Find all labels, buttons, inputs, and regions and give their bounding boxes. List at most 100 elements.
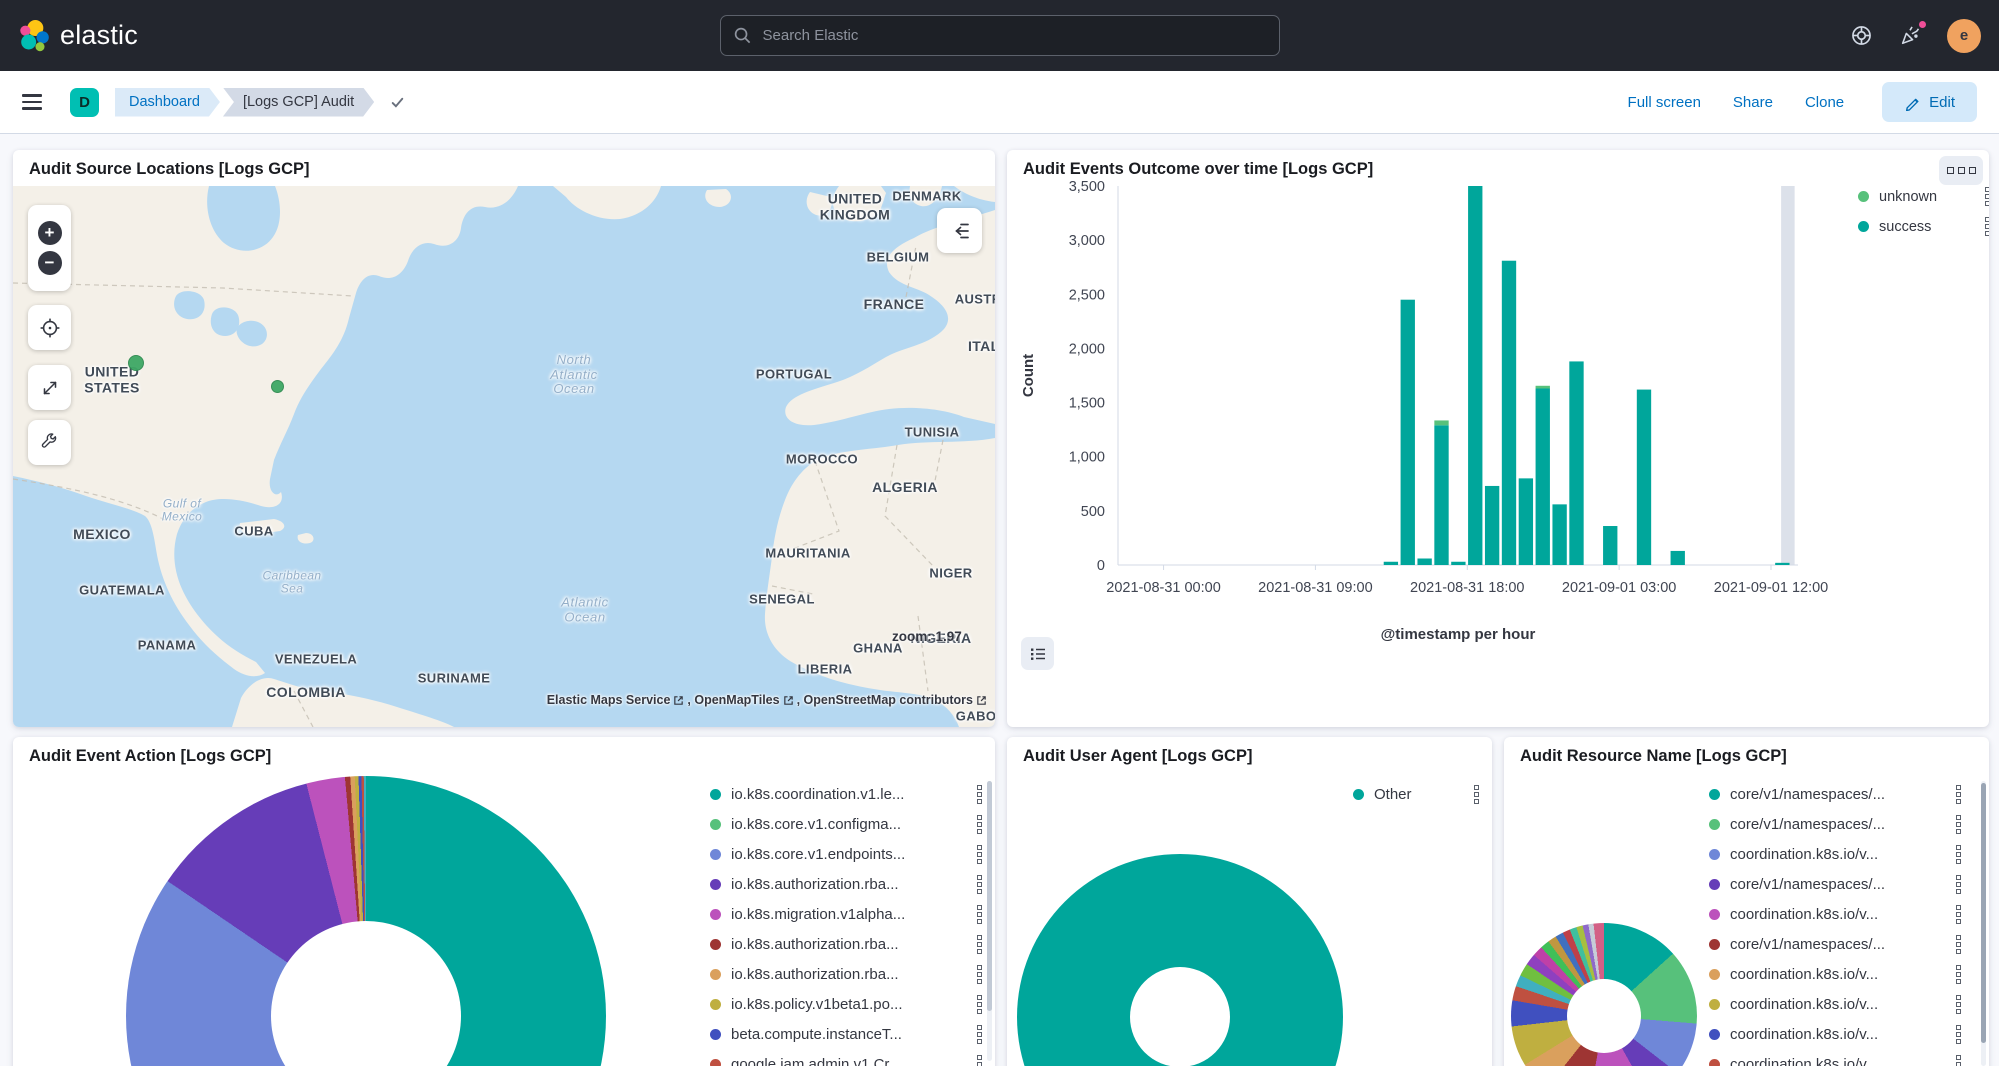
legend-actions-icon[interactable]	[1956, 935, 1961, 954]
legend-label: io.k8s.policy.v1beta1.po...	[731, 996, 965, 1013]
help-button[interactable]	[1849, 23, 1874, 48]
legend-item[interactable]: beta.compute.instanceT...	[710, 1024, 982, 1045]
panel-audit-events-outcome: Audit Events Outcome over time [Logs GCP…	[1007, 150, 1989, 727]
resource-name-donut[interactable]	[1511, 923, 1697, 1066]
legend-label: success	[1879, 219, 1973, 235]
legend-item[interactable]: google.iam.admin.v1.Cr...	[710, 1054, 982, 1066]
legend-item[interactable]: unknown	[1858, 186, 1989, 207]
clone-button[interactable]: Clone	[1805, 94, 1844, 111]
legend-item[interactable]: io.k8s.authorization.rba...	[710, 934, 982, 955]
collapse-layers-button[interactable]	[937, 208, 982, 253]
legend-item[interactable]: core/v1/namespaces/...	[1709, 874, 1961, 895]
share-button[interactable]: Share	[1733, 94, 1773, 111]
legend-toggle-button[interactable]	[1021, 637, 1054, 670]
map-zoom-level: zoom: 1.97	[892, 629, 962, 644]
panel-options-button[interactable]	[1939, 156, 1983, 185]
map-tools-button[interactable]	[28, 420, 71, 465]
legend-label: io.k8s.authorization.rba...	[731, 936, 965, 953]
outcome-chart-svg[interactable]: 05001,0001,5002,0002,5003,0003,5002021-0…	[1007, 150, 1989, 727]
legend-item[interactable]: io.k8s.authorization.rba...	[710, 874, 982, 895]
legend-actions-icon[interactable]	[977, 905, 982, 924]
edit-button[interactable]: Edit	[1882, 82, 1977, 122]
attribution-link[interactable]: OpenMapTiles	[694, 693, 779, 707]
panel-title[interactable]: Audit Event Action [Logs GCP]	[13, 737, 995, 773]
menu-button[interactable]	[22, 94, 48, 109]
legend-actions-icon[interactable]	[977, 935, 982, 954]
legend-item[interactable]: io.k8s.migration.v1alpha...	[710, 904, 982, 925]
legend-item[interactable]: core/v1/namespaces/...	[1709, 934, 1961, 955]
news-button[interactable]	[1898, 23, 1923, 48]
legend-item[interactable]: io.k8s.core.v1.endpoints...	[710, 844, 982, 865]
panel-title[interactable]: Audit Resource Name [Logs GCP]	[1504, 737, 1989, 773]
fit-to-data-button[interactable]	[28, 305, 71, 350]
legend-scrollbar[interactable]	[1981, 781, 1986, 1066]
global-search[interactable]	[720, 15, 1280, 56]
svg-text:2021-09-01 03:00: 2021-09-01 03:00	[1562, 580, 1677, 596]
legend-item[interactable]: coordination.k8s.io/v...	[1709, 1054, 1961, 1066]
legend-label: core/v1/namespaces/...	[1730, 936, 1944, 953]
attribution-link[interactable]: OpenStreetMap contributors	[804, 693, 973, 707]
legend-item[interactable]: core/v1/namespaces/...	[1709, 814, 1961, 835]
legend-actions-icon[interactable]	[1474, 785, 1479, 804]
legend-actions-icon[interactable]	[977, 785, 982, 804]
search-icon	[733, 26, 752, 45]
legend-label: Other	[1374, 786, 1462, 803]
legend-actions-icon[interactable]	[977, 965, 982, 984]
legend-actions-icon[interactable]	[1956, 785, 1961, 804]
elastic-logo[interactable]: elastic	[18, 20, 138, 52]
legend-item[interactable]: coordination.k8s.io/v...	[1709, 1024, 1961, 1045]
legend-item[interactable]: io.k8s.coordination.v1.le...	[710, 784, 982, 805]
search-input[interactable]	[720, 15, 1280, 56]
breadcrumb-dashboard[interactable]: Dashboard	[115, 88, 220, 117]
map-geography	[13, 186, 995, 727]
legend-item[interactable]: io.k8s.authorization.rba...	[710, 964, 982, 985]
map-attribution: Elastic Maps Service OpenMapTiles OpenSt…	[547, 693, 987, 707]
legend-actions-icon[interactable]	[977, 815, 982, 834]
legend-actions-icon[interactable]	[1956, 845, 1961, 864]
legend-actions-icon[interactable]	[977, 875, 982, 894]
breadcrumb: Dashboard [Logs GCP] Audit	[115, 88, 406, 117]
wrench-icon	[39, 432, 61, 454]
full-screen-button[interactable]: Full screen	[1628, 94, 1701, 111]
map-data-point[interactable]	[271, 380, 284, 393]
legend-item[interactable]: coordination.k8s.io/v...	[1709, 994, 1961, 1015]
legend-item[interactable]: coordination.k8s.io/v...	[1709, 844, 1961, 865]
legend-actions-icon[interactable]	[1956, 965, 1961, 984]
legend-item[interactable]: success	[1858, 216, 1989, 237]
legend-actions-icon[interactable]	[1956, 1055, 1961, 1066]
legend-label: coordination.k8s.io/v...	[1730, 966, 1944, 983]
dashboard-app-badge[interactable]: D	[70, 88, 99, 117]
expand-map-button[interactable]	[28, 365, 71, 410]
legend-scrollbar[interactable]	[987, 781, 992, 1061]
legend-item[interactable]: io.k8s.core.v1.configma...	[710, 814, 982, 835]
legend-actions-icon[interactable]	[1956, 995, 1961, 1014]
legend-actions-icon[interactable]	[1985, 187, 1989, 206]
legend-actions-icon[interactable]	[977, 845, 982, 864]
legend-actions-icon[interactable]	[1985, 217, 1989, 236]
legend-item[interactable]: Other	[1353, 784, 1479, 805]
legend-actions-icon[interactable]	[1956, 905, 1961, 924]
panel-title[interactable]: Audit User Agent [Logs GCP]	[1007, 737, 1492, 773]
legend-label: coordination.k8s.io/v...	[1730, 996, 1944, 1013]
map-data-point[interactable]	[128, 355, 144, 371]
legend-item[interactable]: io.k8s.policy.v1beta1.po...	[710, 994, 982, 1015]
zoom-out-button[interactable]: −	[38, 251, 62, 275]
user-agent-donut[interactable]	[1017, 854, 1343, 1066]
legend-item[interactable]: coordination.k8s.io/v...	[1709, 904, 1961, 925]
legend-actions-icon[interactable]	[977, 1025, 982, 1044]
zoom-in-button[interactable]: +	[38, 221, 62, 245]
legend-color-dot	[1709, 879, 1720, 890]
user-menu-button[interactable]: e	[1947, 19, 1981, 53]
panel-title[interactable]: Audit Source Locations [Logs GCP]	[13, 150, 995, 186]
legend-actions-icon[interactable]	[1956, 875, 1961, 894]
legend-actions-icon[interactable]	[977, 995, 982, 1014]
svg-text:3,500: 3,500	[1069, 179, 1105, 195]
legend-item[interactable]: core/v1/namespaces/...	[1709, 784, 1961, 805]
map-canvas[interactable]: UNITED KINGDOMDENMARKBELGIUMFRANCEAUSTRI…	[13, 186, 995, 727]
legend-actions-icon[interactable]	[1956, 815, 1961, 834]
legend-item[interactable]: coordination.k8s.io/v...	[1709, 964, 1961, 985]
list-icon	[1029, 645, 1047, 663]
attribution-link[interactable]: Elastic Maps Service	[547, 693, 671, 707]
legend-actions-icon[interactable]	[1956, 1025, 1961, 1044]
legend-actions-icon[interactable]	[977, 1055, 982, 1066]
